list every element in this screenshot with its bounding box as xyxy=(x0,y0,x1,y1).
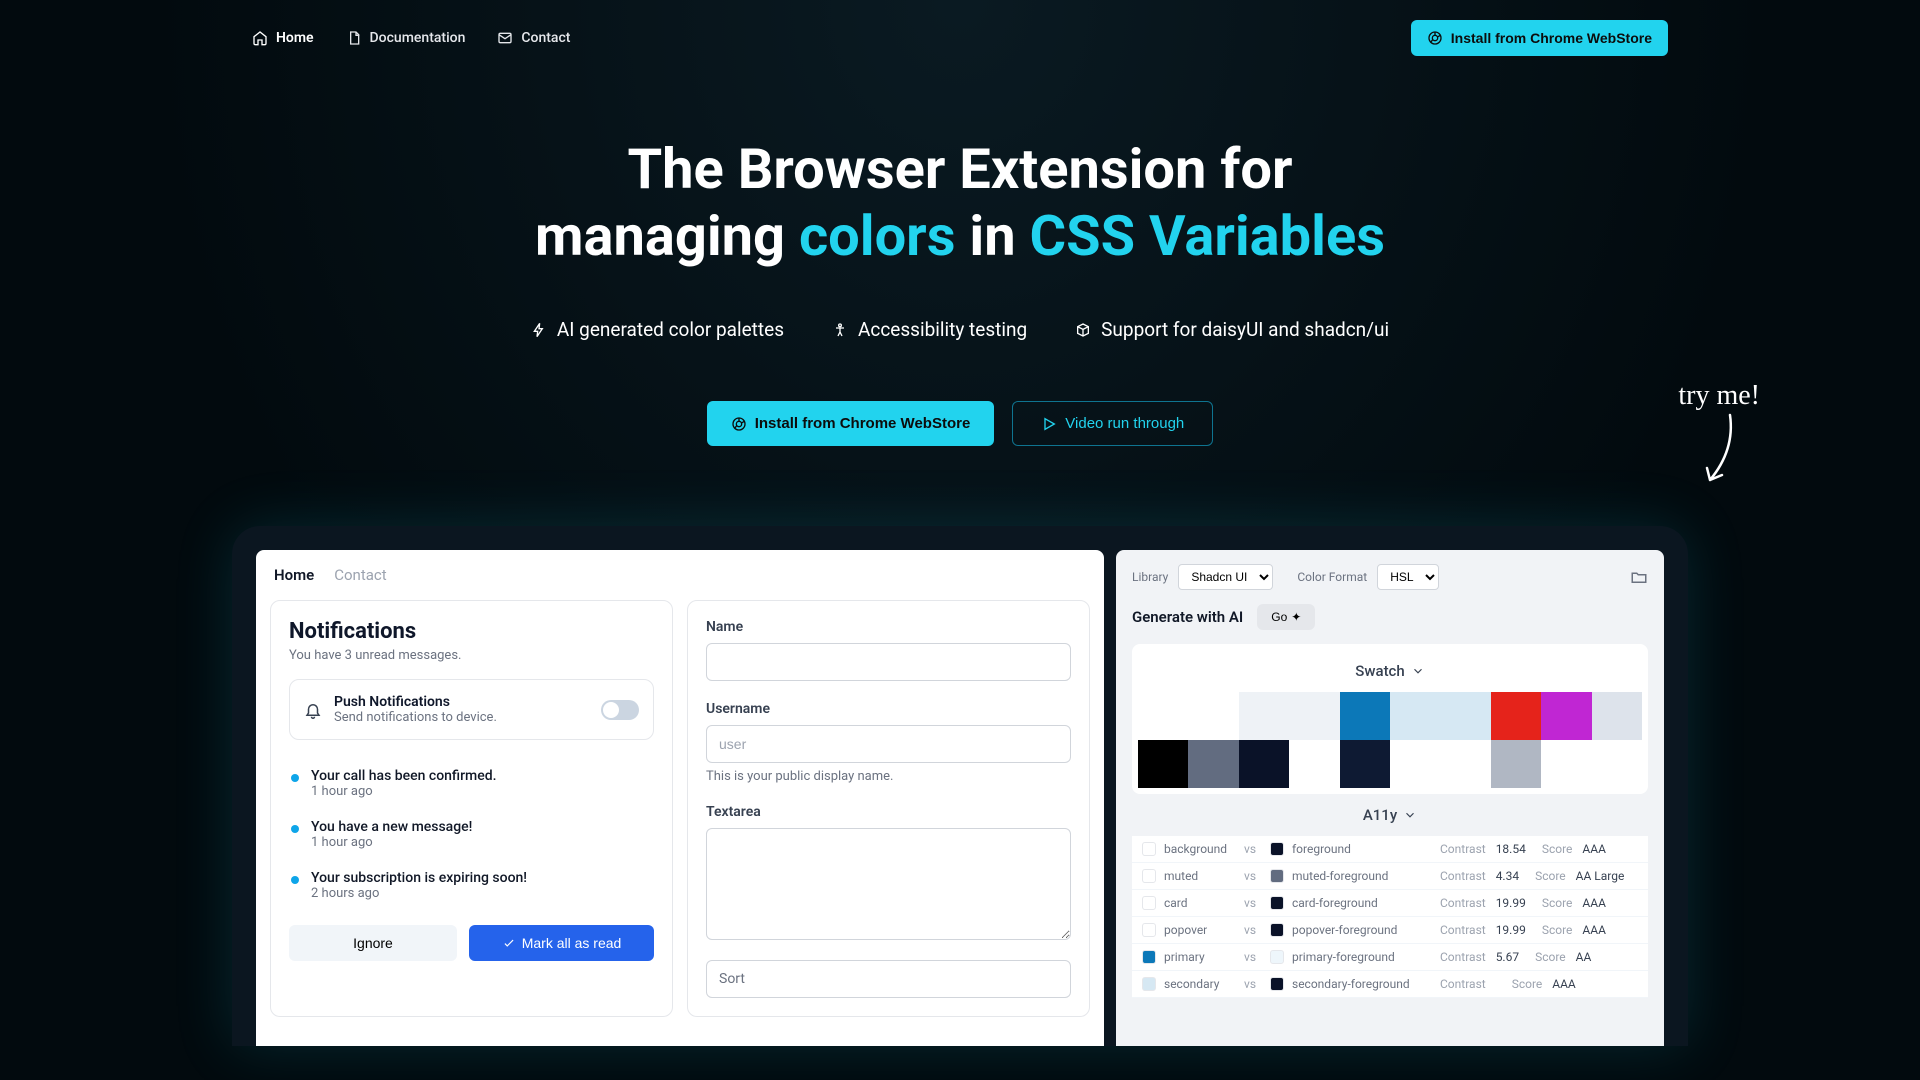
swatch-cell[interactable] xyxy=(1188,740,1238,788)
a11y-row: secondaryvssecondary-foregroundContrastS… xyxy=(1132,971,1648,998)
swatch-cell[interactable] xyxy=(1440,692,1490,740)
swatch-cell[interactable] xyxy=(1491,692,1541,740)
swatch-cell[interactable] xyxy=(1239,692,1289,740)
a11y-row: backgroundvsforegroundContrast18.54Score… xyxy=(1132,836,1648,863)
a11y-row: cardvscard-foregroundContrast19.99ScoreA… xyxy=(1132,890,1648,917)
format-label: Color Format xyxy=(1297,570,1367,584)
install-button-top-label: Install from Chrome WebStore xyxy=(1451,30,1652,46)
swatch-cell[interactable] xyxy=(1340,740,1390,788)
sparkle-icon: ✦ xyxy=(1291,610,1301,624)
play-icon xyxy=(1041,416,1057,432)
mark-all-label: Mark all as read xyxy=(522,935,622,951)
a11y-title: A11y xyxy=(1363,806,1397,824)
video-button-label: Video run through xyxy=(1065,415,1184,432)
username-input[interactable] xyxy=(706,725,1071,763)
form-card: Name Username This is your public displa… xyxy=(687,600,1090,1017)
notification-item: Your subscription is expiring soon!2 hou… xyxy=(289,860,654,911)
tab-contact[interactable]: Contact xyxy=(334,566,386,584)
swatch-cell[interactable] xyxy=(1592,692,1642,740)
install-button-hero-label: Install from Chrome WebStore xyxy=(755,415,971,432)
nav-docs-label: Documentation xyxy=(370,30,466,46)
nav-contact-label: Contact xyxy=(521,30,570,46)
go-button[interactable]: Go ✦ xyxy=(1257,604,1315,630)
chevron-down-icon[interactable] xyxy=(1411,664,1425,678)
feature-support: Support for daisyUI and shadcn/ui xyxy=(1075,318,1389,341)
video-button[interactable]: Video run through xyxy=(1012,401,1213,446)
nav-docs[interactable]: Documentation xyxy=(346,30,466,46)
folder-icon[interactable] xyxy=(1630,568,1648,586)
feature-ai: AI generated color palettes xyxy=(531,318,784,341)
notification-item: Your call has been confirmed.1 hour ago xyxy=(289,758,654,809)
install-button-hero[interactable]: Install from Chrome WebStore xyxy=(707,401,995,446)
swatch-cell[interactable] xyxy=(1491,740,1541,788)
swatch-cell[interactable] xyxy=(1390,692,1440,740)
tab-home[interactable]: Home xyxy=(274,566,314,584)
nav-home[interactable]: Home xyxy=(252,30,314,46)
textarea-input[interactable] xyxy=(706,828,1071,940)
swatch-cell[interactable] xyxy=(1440,740,1490,788)
username-helper: This is your public display name. xyxy=(706,769,1071,784)
a11y-row: primaryvsprimary-foregroundContrast5.67S… xyxy=(1132,944,1648,971)
swatch-cell[interactable] xyxy=(1390,740,1440,788)
notifications-subtitle: You have 3 unread messages. xyxy=(289,648,654,663)
name-label: Name xyxy=(706,619,1071,635)
arrow-icon xyxy=(1700,410,1740,490)
cube-icon xyxy=(1075,322,1091,338)
swatch-cell[interactable] xyxy=(1239,740,1289,788)
tryme-callout: try me! xyxy=(1678,380,1760,412)
chrome-icon xyxy=(1427,30,1443,46)
swatch-cell[interactable] xyxy=(1541,692,1591,740)
swatch-cell[interactable] xyxy=(1289,740,1339,788)
generate-title: Generate with AI xyxy=(1132,608,1243,626)
nav-home-label: Home xyxy=(276,30,314,46)
nav-contact[interactable]: Contact xyxy=(497,30,570,46)
mark-all-button[interactable]: Mark all as read xyxy=(469,925,654,961)
bell-icon xyxy=(304,701,322,719)
push-subtitle: Send notifications to device. xyxy=(334,710,497,725)
home-icon xyxy=(252,30,268,46)
mail-icon xyxy=(497,30,513,46)
textarea-label: Textarea xyxy=(706,804,1071,820)
a11y-row: popovervspopover-foregroundContrast19.99… xyxy=(1132,917,1648,944)
install-button-top[interactable]: Install from Chrome WebStore xyxy=(1411,20,1668,56)
push-toggle[interactable] xyxy=(601,700,639,720)
accessibility-icon xyxy=(832,322,848,338)
document-icon xyxy=(346,30,362,46)
feature-a11y: Accessibility testing xyxy=(832,318,1027,341)
chevron-down-icon[interactable] xyxy=(1403,808,1417,822)
go-label: Go xyxy=(1271,610,1287,624)
check-icon xyxy=(502,936,516,950)
sort-select[interactable]: Sort xyxy=(706,960,1071,998)
format-select[interactable]: HSL xyxy=(1377,564,1439,590)
notifications-card: Notifications You have 3 unread messages… xyxy=(270,600,673,1017)
library-select[interactable]: Shadcn UI xyxy=(1178,564,1273,590)
dot-icon xyxy=(291,825,299,833)
swatch-cell[interactable] xyxy=(1289,692,1339,740)
swatch-cell[interactable] xyxy=(1138,692,1188,740)
swatch-cell[interactable] xyxy=(1340,692,1390,740)
hero-title: The Browser Extension for managing color… xyxy=(252,136,1668,270)
swatch-cell[interactable] xyxy=(1138,740,1188,788)
swatch-cell[interactable] xyxy=(1188,692,1238,740)
push-title: Push Notifications xyxy=(334,694,497,710)
name-input[interactable] xyxy=(706,643,1071,681)
library-label: Library xyxy=(1132,570,1168,584)
swatch-title: Swatch xyxy=(1355,662,1404,680)
ignore-button[interactable]: Ignore xyxy=(289,925,457,961)
a11y-row: mutedvsmuted-foregroundContrast4.34Score… xyxy=(1132,863,1648,890)
mockup-frame: Home Contact Notifications You have 3 un… xyxy=(232,526,1688,1046)
dot-icon xyxy=(291,876,299,884)
notifications-title: Notifications xyxy=(289,619,654,644)
username-label: Username xyxy=(706,701,1071,717)
notification-item: You have a new message!1 hour ago xyxy=(289,809,654,860)
dot-icon xyxy=(291,774,299,782)
chrome-icon xyxy=(731,416,747,432)
bolt-icon xyxy=(531,322,547,338)
